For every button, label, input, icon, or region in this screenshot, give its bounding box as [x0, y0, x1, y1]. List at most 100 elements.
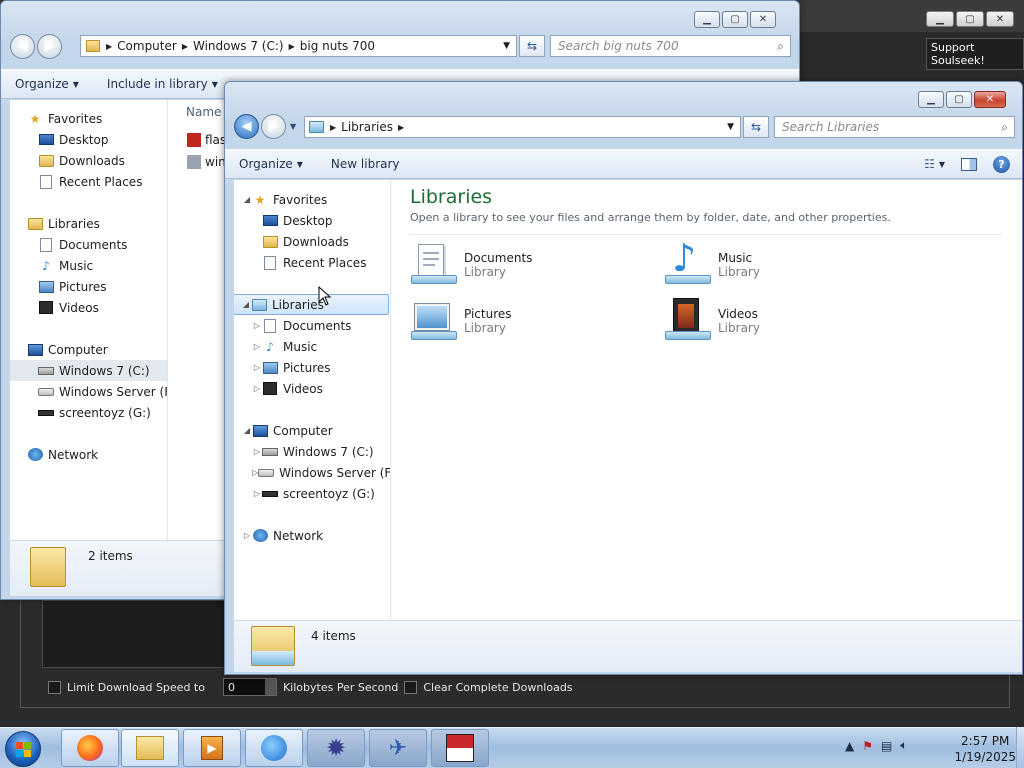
- collapsed-arrow-icon[interactable]: ▷: [252, 363, 262, 372]
- documents-icon: [262, 318, 278, 333]
- forward-button[interactable]: ▶: [261, 114, 286, 139]
- column-header-name[interactable]: Name: [186, 105, 221, 119]
- nav-libraries[interactable]: Libraries: [10, 213, 167, 234]
- maximize-button[interactable]: ▢: [956, 11, 984, 27]
- nav-computer[interactable]: ◢ Computer: [234, 420, 390, 441]
- library-tile-music[interactable]: ♪ Music Library: [664, 238, 760, 288]
- new-library-button[interactable]: New library: [317, 157, 414, 171]
- chevron-down-icon[interactable]: ▼: [503, 41, 510, 51]
- collapsed-arrow-icon[interactable]: ▷: [252, 447, 262, 456]
- speed-input[interactable]: 0: [222, 678, 277, 696]
- nav-documents[interactable]: ▷ Documents: [234, 315, 390, 336]
- nav-videos[interactable]: ▷ Videos: [234, 378, 390, 399]
- forward-button[interactable]: ▶: [37, 34, 62, 59]
- nav-computer[interactable]: Computer: [10, 339, 167, 360]
- help-button[interactable]: ?: [987, 155, 1022, 173]
- nav-recent-places[interactable]: Recent Places: [10, 171, 167, 192]
- library-tile-videos[interactable]: Videos Library: [664, 298, 760, 344]
- volume-icon[interactable]: 🔈︎: [900, 738, 907, 753]
- nav-favorites[interactable]: ◢ ★ Favorites: [234, 189, 390, 210]
- taskbar-media-player[interactable]: ▶: [183, 729, 241, 767]
- divider: [410, 234, 1002, 235]
- start-button[interactable]: [5, 731, 41, 767]
- nav-drive-f[interactable]: ▷ Windows Server (F:): [234, 462, 390, 483]
- back-button[interactable]: ◀: [10, 34, 35, 59]
- preview-pane-button[interactable]: [951, 157, 987, 171]
- collapsed-arrow-icon[interactable]: ▷: [252, 489, 262, 498]
- nav-drive-f[interactable]: Windows Server (F:): [10, 381, 167, 402]
- file-row[interactable]: flas: [187, 133, 226, 147]
- network-tray-icon[interactable]: ▤: [881, 739, 892, 753]
- library-tile-pictures[interactable]: Pictures Library: [410, 298, 512, 344]
- nav-desktop[interactable]: Desktop: [10, 129, 167, 150]
- nav-drive-c[interactable]: ▷ Windows 7 (C:): [234, 441, 390, 462]
- support-soulseek-button[interactable]: Support Soulseek!: [926, 38, 1024, 70]
- taskbar-thunderbird[interactable]: [245, 729, 303, 767]
- chevron-down-icon[interactable]: ▼: [727, 122, 734, 132]
- collapsed-arrow-icon[interactable]: ▷: [242, 531, 252, 540]
- nav-network[interactable]: ▷ Network: [234, 525, 390, 546]
- nav-drive-g[interactable]: screentoyz (G:): [10, 402, 167, 423]
- search-input[interactable]: Search Libraries ⌕: [774, 116, 1015, 138]
- nav-pictures[interactable]: Pictures: [10, 276, 167, 297]
- recent-pages-dropdown[interactable]: ▼: [290, 122, 296, 131]
- nav-libraries[interactable]: ◢ Libraries: [234, 294, 389, 315]
- breadcrumb-drive[interactable]: Windows 7 (C:): [188, 39, 289, 53]
- back-button[interactable]: ◀: [234, 114, 259, 139]
- collapsed-arrow-icon[interactable]: ▷: [252, 342, 262, 351]
- collapsed-arrow-icon[interactable]: ▷: [252, 321, 262, 330]
- organize-button[interactable]: Organize ▼: [225, 157, 317, 171]
- expanded-arrow-icon[interactable]: ◢: [242, 195, 252, 204]
- address-bar[interactable]: ▶ Computer ▶ Windows 7 (C:) ▶ big nuts 7…: [80, 35, 517, 57]
- nav-music[interactable]: ♪ Music: [10, 255, 167, 276]
- change-view-button[interactable]: ☷ ▼: [910, 157, 951, 171]
- nav-label: Network: [273, 528, 324, 543]
- show-desktop-button[interactable]: [1016, 727, 1024, 768]
- nav-documents[interactable]: Documents: [10, 234, 167, 255]
- minimize-button[interactable]: ▁: [694, 11, 720, 28]
- file-row[interactable]: win: [187, 155, 226, 169]
- minimize-button[interactable]: ▁: [918, 91, 944, 108]
- refresh-button[interactable]: ⇆: [743, 116, 769, 138]
- breadcrumb-computer[interactable]: Computer: [112, 39, 182, 53]
- nav-downloads[interactable]: Downloads: [234, 231, 390, 252]
- maximize-button[interactable]: ▢: [722, 11, 748, 28]
- expanded-arrow-icon[interactable]: ◢: [241, 300, 251, 309]
- taskbar-soulseek[interactable]: ✈: [369, 729, 427, 767]
- nav-network[interactable]: Network: [10, 444, 167, 465]
- nav-videos[interactable]: Videos: [10, 297, 167, 318]
- clock[interactable]: 2:57 PM 1/19/2025: [954, 733, 1016, 765]
- breadcrumb-libraries[interactable]: Libraries: [336, 120, 398, 134]
- library-tile-documents[interactable]: Documents Library: [410, 242, 532, 288]
- speed-spinner[interactable]: [264, 679, 276, 695]
- taskbar-app-gear[interactable]: ✹: [307, 729, 365, 767]
- organize-button[interactable]: Organize ▼: [1, 77, 93, 91]
- nav-drive-g[interactable]: ▷ screentoyz (G:): [234, 483, 390, 504]
- nav-pictures[interactable]: ▷ Pictures: [234, 357, 390, 378]
- refresh-button[interactable]: ⇆: [519, 35, 545, 57]
- expanded-arrow-icon[interactable]: ◢: [242, 426, 252, 435]
- nav-music[interactable]: ▷ ♪ Music: [234, 336, 390, 357]
- close-button[interactable]: ✕: [986, 11, 1014, 27]
- clear-complete-checkbox[interactable]: [404, 680, 418, 694]
- taskbar-app-face[interactable]: [431, 729, 489, 767]
- limit-speed-checkbox[interactable]: [48, 680, 61, 694]
- show-hidden-icons-icon[interactable]: ▲: [845, 739, 854, 753]
- address-bar[interactable]: ▶ Libraries ▶ ▼: [304, 116, 741, 138]
- maximize-button[interactable]: ▢: [946, 91, 972, 108]
- taskbar-firefox[interactable]: [61, 729, 119, 767]
- taskbar-explorer[interactable]: [121, 729, 179, 767]
- collapsed-arrow-icon[interactable]: ▷: [252, 384, 262, 393]
- minimize-button[interactable]: ▁: [926, 11, 954, 27]
- close-button[interactable]: ✕: [750, 11, 776, 28]
- close-button[interactable]: ✕: [974, 91, 1006, 108]
- include-in-library-button[interactable]: Include in library ▼: [93, 77, 232, 91]
- action-center-icon[interactable]: ⚑: [862, 739, 873, 753]
- nav-desktop[interactable]: Desktop: [234, 210, 390, 231]
- nav-drive-c[interactable]: Windows 7 (C:): [10, 360, 167, 381]
- search-input[interactable]: Search big nuts 700 ⌕: [550, 35, 791, 57]
- nav-favorites[interactable]: ★ Favorites: [10, 108, 167, 129]
- breadcrumb-folder[interactable]: big nuts 700: [295, 39, 380, 53]
- nav-recent-places[interactable]: Recent Places: [234, 252, 390, 273]
- nav-downloads[interactable]: Downloads: [10, 150, 167, 171]
